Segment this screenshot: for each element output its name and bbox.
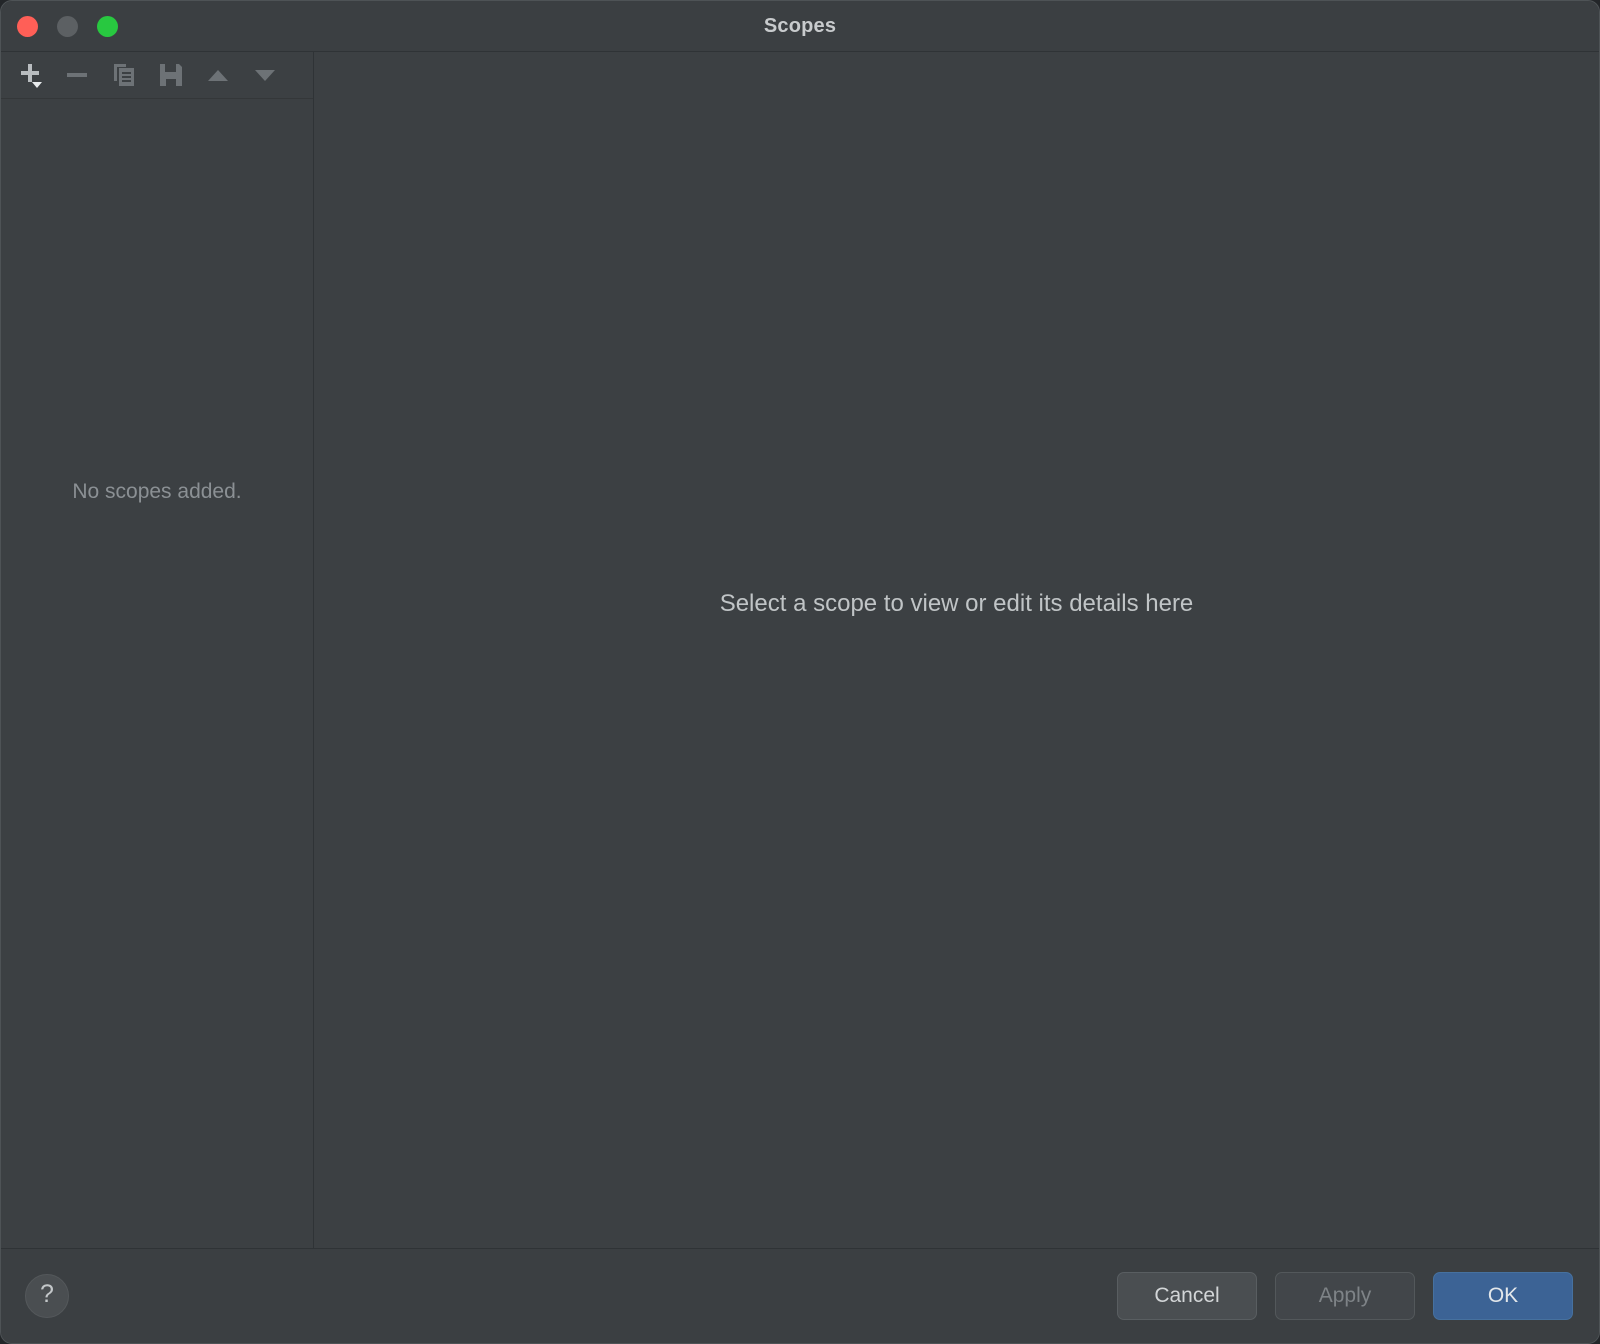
- copy-icon: [110, 61, 138, 89]
- scopes-left-panel: No scopes added.: [1, 52, 314, 1248]
- move-scope-up-button[interactable]: [199, 57, 236, 94]
- window-title: Scopes: [763, 14, 837, 37]
- save-icon: [157, 61, 185, 89]
- move-up-icon: [204, 61, 232, 89]
- scope-details-panel: Select a scope to view or edit its detai…: [314, 52, 1599, 1248]
- scopes-toolbar: [1, 52, 313, 99]
- footer-actions: Cancel Apply OK: [1117, 1272, 1573, 1320]
- move-down-icon: [251, 61, 279, 89]
- add-icon: [15, 60, 45, 90]
- scopes-list[interactable]: No scopes added.: [1, 99, 313, 1248]
- save-scope-button[interactable]: [152, 57, 189, 94]
- ok-button[interactable]: OK: [1433, 1272, 1573, 1320]
- cancel-button[interactable]: Cancel: [1117, 1272, 1257, 1320]
- remove-scope-button[interactable]: [58, 57, 95, 94]
- apply-button[interactable]: Apply: [1275, 1272, 1415, 1320]
- dialog-body: No scopes added. Select a scope to view …: [1, 52, 1599, 1248]
- close-window-button[interactable]: [17, 16, 38, 37]
- window-controls: [17, 1, 118, 52]
- question-mark-icon: ?: [40, 1280, 54, 1308]
- remove-icon: [63, 61, 91, 89]
- scope-details-placeholder: Select a scope to view or edit its detai…: [719, 590, 1194, 617]
- scopes-empty-message: No scopes added.: [72, 480, 242, 503]
- dialog-footer: ? Cancel Apply OK: [1, 1248, 1599, 1343]
- help-button[interactable]: ?: [25, 1274, 69, 1318]
- title-bar: Scopes: [1, 1, 1599, 52]
- add-scope-button[interactable]: [11, 57, 48, 94]
- scopes-dialog-window: Scopes No scopes added. Select a scope t…: [0, 0, 1600, 1344]
- minimize-window-button[interactable]: [57, 16, 78, 37]
- maximize-window-button[interactable]: [97, 16, 118, 37]
- duplicate-scope-button[interactable]: [105, 57, 142, 94]
- move-scope-down-button[interactable]: [246, 57, 283, 94]
